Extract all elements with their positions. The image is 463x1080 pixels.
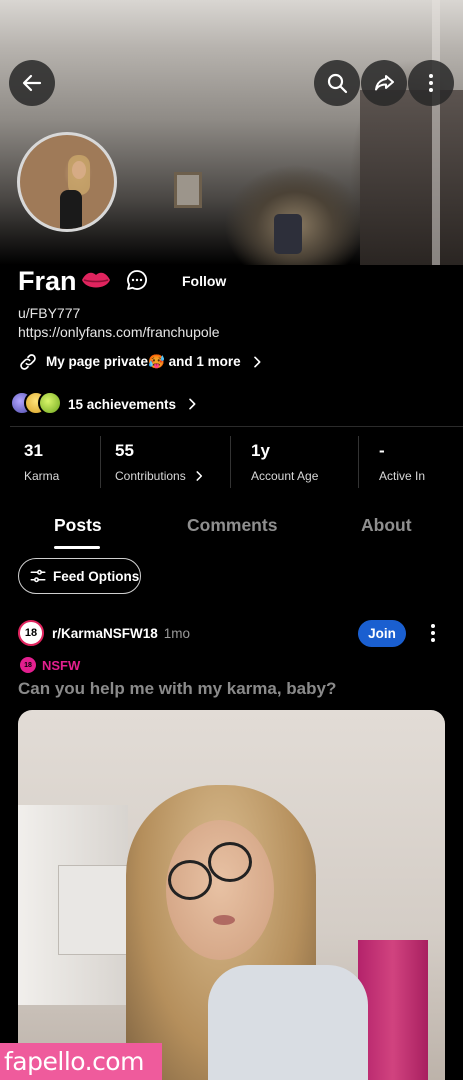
lips-emoji-icon [80, 268, 112, 294]
tab-posts[interactable]: Posts [54, 515, 102, 536]
username: u/FBY777 [18, 305, 81, 321]
achievements-row[interactable]: 15 achievements [10, 390, 200, 418]
badge-icon [38, 391, 62, 415]
stat-label: Account Age [251, 469, 358, 483]
tab-about[interactable]: About [361, 515, 412, 536]
stat-value: 55 [115, 441, 134, 460]
subreddit-name[interactable]: r/KarmaNSFW18 [52, 626, 158, 641]
post-title[interactable]: Can you help me with my karma, baby? [18, 679, 336, 699]
image-curtain [358, 940, 428, 1080]
stat-active-in: - Active In [358, 436, 463, 488]
profile-name-row: Fran [18, 262, 112, 300]
stat-label-text: Active In [379, 469, 426, 483]
join-button[interactable]: Join [358, 620, 406, 647]
tab-comments[interactable]: Comments [187, 515, 277, 536]
profile-tabs: Posts Comments About [0, 510, 463, 550]
search-icon [327, 73, 348, 94]
stat-karma: 31 Karma [10, 436, 100, 488]
feed-options-button[interactable]: Feed Options [18, 558, 141, 594]
follow-button[interactable]: Follow [170, 268, 238, 294]
more-options-button[interactable] [408, 60, 454, 106]
stat-value: 1y [251, 441, 270, 460]
avatar-body [60, 190, 82, 229]
profile-display-name: Fran [18, 265, 77, 296]
chevron-right-icon [196, 471, 202, 481]
search-button[interactable] [314, 60, 360, 106]
feed-options-label: Feed Options [53, 568, 140, 584]
stat-value: 31 [24, 441, 43, 460]
more-vertical-icon [429, 74, 433, 92]
link-icon [20, 354, 36, 370]
banner-wall-frame [174, 172, 202, 208]
banner-phone [274, 214, 302, 254]
active-tab-indicator [54, 546, 100, 549]
image-shirt [208, 965, 368, 1080]
stat-contributions[interactable]: 55 Contributions [100, 436, 230, 488]
avatar-face [72, 161, 86, 179]
image-glasses-right [208, 842, 252, 882]
stat-label: Active In [379, 469, 463, 483]
back-button[interactable] [9, 60, 55, 106]
stats-row: 31 Karma 55 Contributions 1y Account Age… [10, 436, 463, 488]
image-lips [213, 915, 235, 925]
nsfw-icon: 18 [20, 657, 36, 673]
post-time: 1mo [163, 625, 191, 641]
banner-door [360, 90, 463, 265]
subreddit-icon[interactable]: 18 [18, 620, 44, 646]
nsfw-label: NSFW [42, 657, 81, 673]
image-glasses-left [168, 860, 212, 900]
social-links-label: My page private🥵 and 1 more [46, 354, 241, 369]
post-header: 18 r/KarmaNSFW18 1mo [18, 620, 190, 646]
achievements-label: 15 achievements [68, 396, 177, 412]
share-button[interactable] [361, 60, 407, 106]
share-icon [375, 75, 394, 91]
stat-label-text: Account Age [251, 469, 319, 483]
image-cabinet-door [58, 865, 128, 955]
stat-account-age: 1y Account Age [230, 436, 358, 488]
stat-label-text: Karma [24, 469, 60, 483]
banner-mirror-edge [432, 0, 440, 265]
chat-icon[interactable] [125, 268, 149, 292]
avatar[interactable] [17, 132, 117, 232]
divider [10, 426, 463, 427]
stat-value: - [379, 441, 385, 460]
chevron-right-icon [253, 356, 261, 368]
stat-label: Karma [24, 469, 100, 483]
social-links-row[interactable]: My page private🥵 and 1 more [18, 350, 265, 374]
post-more-icon[interactable] [424, 622, 442, 644]
chevron-right-icon [189, 398, 196, 410]
stat-label-text: Contributions [115, 469, 186, 483]
bio-link[interactable]: https://onlyfans.com/franchupole [18, 324, 220, 340]
back-arrow-icon [22, 74, 42, 92]
post-image[interactable] [18, 710, 445, 1080]
achievement-badges [10, 391, 64, 417]
stat-label: Contributions [115, 469, 230, 483]
sliders-icon [30, 569, 46, 583]
nsfw-tag: 18 NSFW [20, 656, 80, 674]
watermark: fapello.com [0, 1043, 162, 1080]
